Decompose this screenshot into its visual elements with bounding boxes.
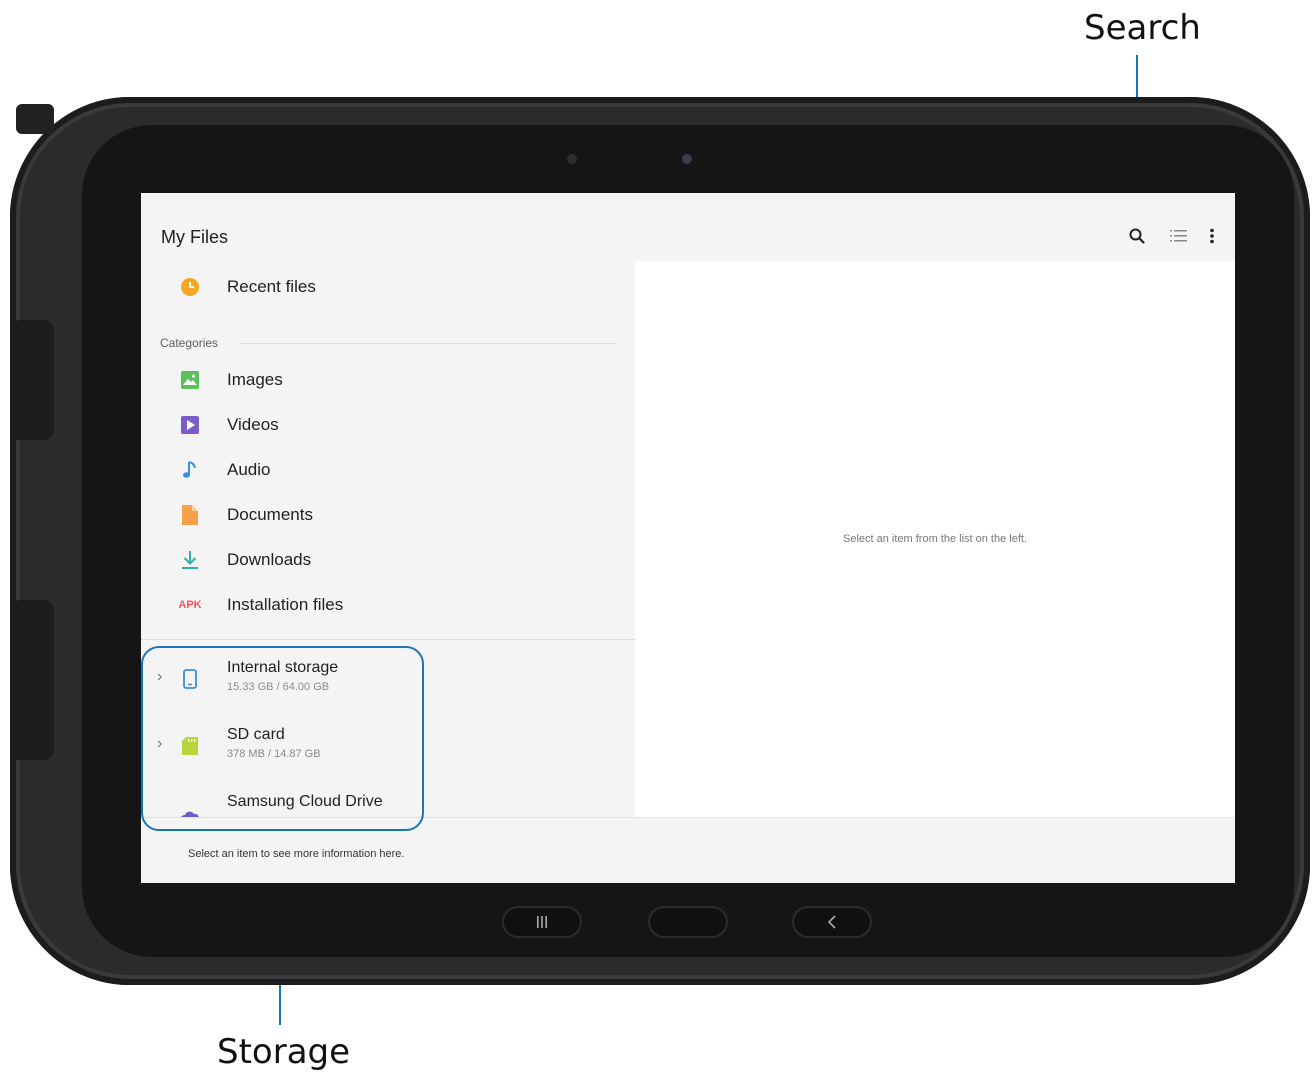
nav-recent-files-label: Recent files: [227, 277, 316, 296]
front-camera: [682, 154, 692, 164]
nav-documents-label: Documents: [227, 505, 313, 524]
app-bar: My Files: [141, 193, 1235, 261]
nav-documents[interactable]: Documents: [141, 495, 635, 535]
callout-search-label: Search: [1084, 8, 1201, 48]
nav-installation-files[interactable]: APK Installation files: [141, 585, 635, 625]
video-icon: [179, 414, 201, 436]
clock-icon: [179, 276, 201, 298]
app-title: My Files: [161, 227, 228, 247]
categories-divider: [241, 343, 616, 344]
nav-videos[interactable]: Videos: [141, 405, 635, 445]
nav-downloads-label: Downloads: [227, 550, 312, 569]
home-button[interactable]: [648, 906, 728, 938]
empty-state-message: Select an item from the list on the left…: [842, 533, 1028, 545]
nav-audio-label: Audio: [227, 460, 271, 479]
callout-storage-label: Storage: [217, 1032, 351, 1072]
sensor-dot: [567, 154, 577, 164]
footer-message: Select an item to see more information h…: [188, 848, 405, 860]
nav-downloads[interactable]: Downloads: [141, 540, 635, 580]
back-button[interactable]: [792, 906, 872, 938]
nav-videos-label: Videos: [227, 415, 279, 434]
side-grip-lower: [10, 600, 54, 760]
image-icon: [179, 369, 201, 391]
document-icon: [179, 504, 201, 526]
download-icon: [179, 549, 201, 571]
storage-highlight-box: [141, 646, 424, 831]
search-icon[interactable]: [1126, 225, 1148, 247]
recent-apps-button[interactable]: [502, 906, 582, 938]
categories-heading: Categories: [160, 336, 219, 350]
apk-icon: APK: [178, 599, 202, 611]
nav-recent-files[interactable]: Recent files: [141, 267, 635, 307]
music-note-icon: [179, 459, 201, 481]
side-grip-upper: [10, 320, 54, 440]
list-view-icon[interactable]: [1168, 225, 1190, 247]
stylus-pen: [16, 104, 54, 134]
detail-pane: Select an item from the list on the left…: [635, 261, 1235, 817]
nav-images[interactable]: Images: [141, 360, 635, 400]
nav-images-label: Images: [227, 370, 283, 389]
nav-audio[interactable]: Audio: [141, 450, 635, 490]
nav-installation-files-label: Installation files: [227, 595, 344, 614]
more-options-icon[interactable]: [1201, 225, 1223, 247]
storage-divider: [141, 639, 635, 640]
